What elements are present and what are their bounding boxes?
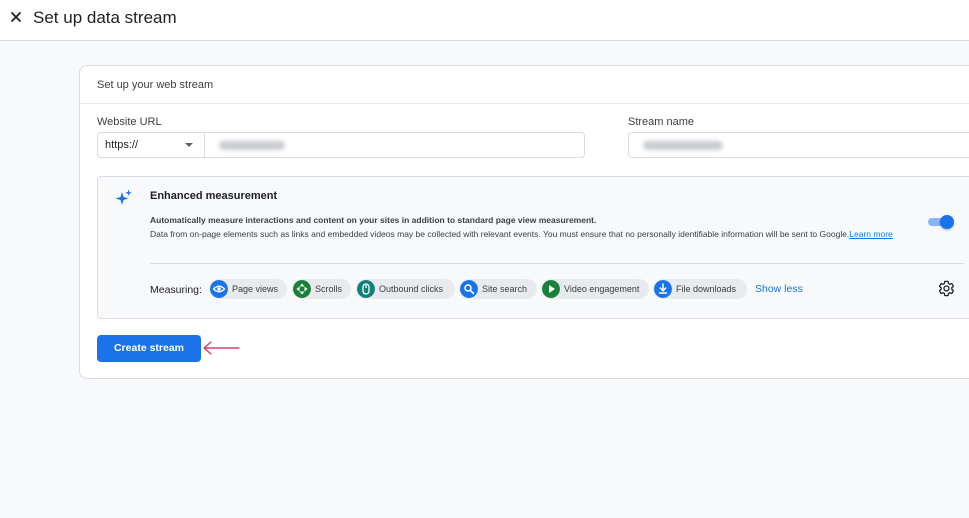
- enhanced-measurement-title: Enhanced measurement: [150, 190, 278, 202]
- sparkle-icon: [115, 189, 132, 205]
- chip-label: File downloads: [676, 284, 737, 294]
- gear-icon[interactable]: [938, 280, 955, 297]
- chip-video-engagement: Video engagement: [541, 279, 649, 299]
- chip-scrolls: Scrolls: [292, 279, 351, 299]
- stream-name-label: Stream name: [628, 116, 695, 128]
- chip-label: Video engagement: [564, 284, 640, 294]
- blurred-stream-name-value: [643, 141, 723, 150]
- chip-label: Page views: [232, 284, 279, 294]
- enhanced-measurement-section: Enhanced measurement Automatically measu…: [97, 176, 969, 319]
- learn-more-link[interactable]: Learn more: [849, 229, 892, 239]
- search-icon: [460, 280, 478, 298]
- mouse-icon: [357, 280, 375, 298]
- chip-label: Scrolls: [315, 284, 343, 294]
- divider: [150, 263, 964, 264]
- close-icon: [11, 12, 21, 22]
- web-stream-card: Set up your web stream Website URL https…: [79, 65, 969, 379]
- chip-site-search: Site search: [459, 279, 537, 299]
- website-url-label: Website URL: [97, 116, 162, 128]
- chip-label: Outbound clicks: [379, 284, 444, 294]
- eye-icon: [210, 280, 228, 298]
- website-url-input[interactable]: [205, 133, 584, 157]
- enhanced-measurement-toggle[interactable]: [926, 215, 954, 229]
- stream-name-input[interactable]: [628, 132, 969, 158]
- chip-file-downloads: File downloads: [653, 279, 747, 299]
- website-url-field: https://: [97, 132, 585, 158]
- blurred-url-value: [219, 141, 285, 150]
- close-button[interactable]: [6, 7, 26, 27]
- measuring-label: Measuring:: [150, 284, 202, 296]
- show-less-link[interactable]: Show less: [755, 282, 803, 296]
- download-icon: [654, 280, 672, 298]
- chip-outbound-clicks: Outbound clicks: [356, 279, 455, 299]
- play-icon: [542, 280, 560, 298]
- chip-page-views: Page views: [209, 279, 287, 299]
- toggle-thumb: [940, 215, 954, 229]
- annotation-arrow-icon: [203, 341, 240, 355]
- card-header: Set up your web stream: [80, 66, 969, 104]
- page-title: Set up data stream: [33, 8, 177, 27]
- top-bar: Set up data stream: [0, 0, 969, 41]
- scroll-arrows-icon: [293, 280, 311, 298]
- protocol-select[interactable]: https://: [98, 133, 204, 157]
- enhanced-measurement-notice: Data from on-page elements such as links…: [150, 227, 920, 241]
- create-stream-button[interactable]: Create stream: [97, 335, 201, 362]
- chevron-down-icon: [185, 143, 193, 147]
- protocol-value: https://: [105, 139, 139, 151]
- chip-label: Site search: [482, 284, 528, 294]
- card-title: Set up your web stream: [97, 79, 214, 91]
- notice-text: Data from on-page elements such as links…: [150, 229, 850, 239]
- enhanced-measurement-description: Automatically measure interactions and c…: [150, 215, 597, 225]
